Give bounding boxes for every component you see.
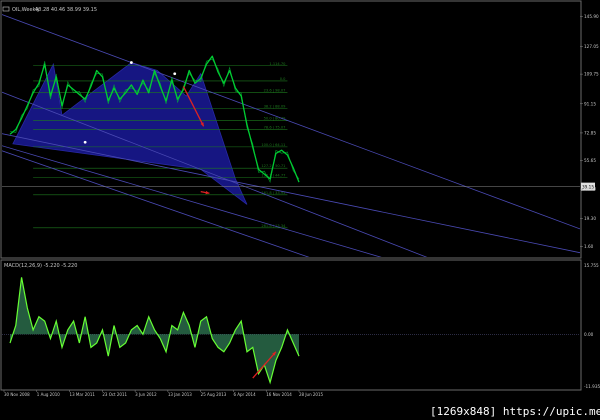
pattern-point-marker [83,140,87,144]
fib-level-label: 1.114.70 [269,62,286,66]
macd-axis-label: 0.00 [584,332,594,337]
price-axis-label: 127.05 [584,44,599,49]
fib-level-label: 23.6 | 98.07 [264,89,286,93]
price-axis-label: 109.75 [584,72,599,77]
price-axis-label: 1.60 [584,244,594,249]
ohlc-readout: 40.28 40.46 38.99 39.15 [35,7,97,13]
pattern-point-marker [173,72,177,76]
trendline [2,145,382,257]
macd-axis-label: -11.935 [584,384,600,389]
time-axis: 30 Nov 2008 1 Aug 2010 13 Mar 2011 23 Oct 2… [3,390,324,397]
time-axis-label: 13 Mar 2011 [70,392,96,397]
watermark: [1269x848] https://upic.me/ [430,404,600,420]
chart-canvas: OIL,Weekly 40.28 40.46 38.99 39.15 MACD(… [0,0,600,397]
time-axis-label: 3 Jun 2012 [135,392,157,397]
price-pane: 1.114.700.023.6 | 98.0738.2 | 88.0950.0 … [2,14,599,257]
price-axis-label: 37.60 [584,187,596,192]
fib-level-label: 100.0 | 64.11 [261,143,285,147]
chart-window: OIL,Weekly 40.28 40.46 38.99 39.15 MACD(… [0,0,600,420]
fib-level-label: 38.2 | 88.09 [264,105,286,109]
time-axis-label: 28 Jun 2015 [299,392,324,397]
chart-menu-icon[interactable] [2,6,10,12]
time-axis-label: 16 Nov 2014 [266,392,292,397]
time-axis-label: 1 Aug 2010 [37,392,61,397]
price-axis-label: 19.30 [584,216,596,221]
price-axis-label: 145.90 [584,14,599,19]
time-axis-label: 30 Nov 2008 [4,392,30,397]
fib-level-label: 78.6 | 75.07 [264,125,286,129]
time-axis-label: 13 Jan 2013 [168,392,192,397]
fib-level-label: 0.0 [280,77,286,81]
macd-label: MACD(12,26,9) -5.220 -5.220 [4,263,77,269]
price-axis-label: 72.85 [584,130,596,135]
macd-pane-frame [0,259,582,391]
macd-axis-label: 15.755 [584,263,599,268]
macd-pane: 15.755 0.00 -11.935 [2,263,600,389]
price-axis-label: 55.65 [584,158,596,163]
trendline [2,150,310,257]
macd-signal-line [9,277,300,385]
time-axis-label: 25 Aug 2013 [201,392,227,397]
time-axis-label: 23 Oct 2011 [102,392,127,397]
time-axis-label: 6 Apr 2014 [233,392,256,397]
trendlines [2,14,580,257]
price-axis-label: 91.15 [584,101,596,106]
pattern-point-marker [129,61,133,64]
